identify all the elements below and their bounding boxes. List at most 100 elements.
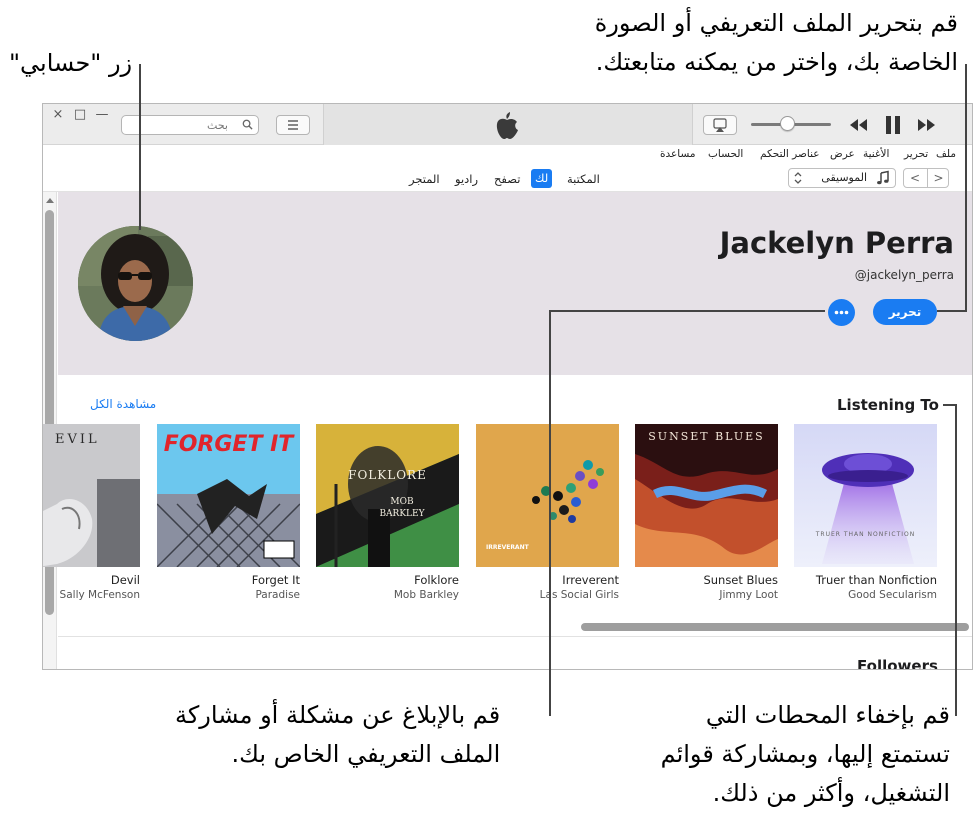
album-art: IRREVERANT bbox=[476, 424, 619, 567]
avatar[interactable] bbox=[78, 226, 193, 341]
album-artwork bbox=[635, 424, 778, 567]
apple-logo-icon bbox=[496, 112, 518, 139]
nav-arrows: < > bbox=[903, 168, 949, 188]
airplay-button[interactable] bbox=[703, 115, 737, 135]
album-card[interactable]: EVIL Devil Sally McFenson bbox=[43, 424, 140, 601]
album-title: Forget It bbox=[251, 573, 300, 587]
up-next-button[interactable] bbox=[276, 115, 310, 135]
back-button[interactable]: < bbox=[904, 169, 926, 187]
tab-browse[interactable]: تصفح bbox=[490, 170, 524, 189]
album-art: FORGET IT bbox=[157, 424, 300, 567]
fast-forward-icon[interactable] bbox=[915, 114, 939, 136]
minimize-window-icon[interactable]: — bbox=[93, 107, 111, 122]
album-artist: Mob Barkley bbox=[393, 589, 459, 601]
album-card[interactable]: IRREVERANT Irreverent Las Social Girls bbox=[476, 424, 619, 601]
leader-line-account bbox=[139, 64, 141, 230]
album-art-subtext: MOB BARKLEY bbox=[379, 497, 425, 519]
maximize-window-icon[interactable]: □ bbox=[71, 107, 89, 122]
callout-hide-stations: قم بإخفاء المحطات التي تستمتع إليها، وبم… bbox=[661, 696, 950, 813]
callout-line: تستمتع إليها، وبمشاركة قوائم bbox=[660, 740, 950, 768]
airplay-icon bbox=[713, 118, 727, 132]
album-art-text: IRREVERANT bbox=[486, 544, 529, 551]
menu-help[interactable]: مساعدة bbox=[660, 148, 695, 160]
tab-for-you[interactable]: لك bbox=[531, 169, 553, 188]
album-title: Folklore bbox=[414, 573, 459, 587]
callout-report-share: قم بالإبلاغ عن مشكلة أو مشاركة الملف الت… bbox=[175, 696, 500, 774]
leader-line-listening bbox=[955, 404, 957, 716]
listening-to-title: Listening To bbox=[837, 396, 939, 414]
menu-account[interactable]: الحساب bbox=[708, 148, 743, 160]
tab-library[interactable]: المكتبة bbox=[563, 170, 604, 189]
callout-edit-profile: قم بتحرير الملف التعريفي أو الصورة الخاص… bbox=[595, 4, 958, 82]
callout-line: الملف التعريفي الخاص بك. bbox=[231, 740, 501, 768]
callout-account-button: زر "حسابي" bbox=[9, 44, 132, 83]
volume-slider-knob[interactable] bbox=[780, 116, 795, 131]
album-art: FOLKLORE MOB BARKLEY bbox=[316, 424, 459, 567]
more-options-button[interactable] bbox=[828, 299, 855, 326]
status-display bbox=[323, 104, 693, 145]
album-title: Irreverent bbox=[562, 573, 619, 587]
album-artist: Good Secularism bbox=[848, 589, 937, 601]
menu-controls[interactable]: عناصر التحكم bbox=[760, 148, 820, 160]
album-artist: Las Social Girls bbox=[539, 589, 619, 601]
title-bar: × □ — bbox=[43, 104, 972, 145]
album-art: EVIL bbox=[43, 424, 140, 567]
album-card[interactable]: TRUER THAN NONFICTION Truer than Nonfict… bbox=[794, 424, 937, 601]
album-card[interactable]: SUNSET BLUES Sunset Blues Jimmy Loot bbox=[635, 424, 778, 601]
album-art-text: EVIL bbox=[55, 432, 100, 447]
scroll-up-icon[interactable] bbox=[44, 196, 56, 206]
album-artist: Sally McFenson bbox=[59, 589, 140, 601]
menu-view[interactable]: عرض bbox=[830, 148, 855, 160]
tab-radio[interactable]: راديو bbox=[451, 170, 482, 189]
album-art: SUNSET BLUES bbox=[635, 424, 778, 567]
search-input[interactable] bbox=[128, 117, 228, 133]
edit-profile-button[interactable]: تحرير bbox=[873, 299, 937, 325]
album-art-text: SUNSET BLUES bbox=[648, 430, 765, 443]
album-art-text: FORGET IT bbox=[163, 432, 294, 457]
album-title: Sunset Blues bbox=[703, 573, 778, 587]
tab-store[interactable]: المتجر bbox=[405, 170, 444, 189]
album-art-text: TRUER THAN NONFICTION bbox=[815, 531, 916, 538]
album-title: Truer than Nonfiction bbox=[815, 573, 937, 587]
pause-icon[interactable] bbox=[881, 114, 905, 136]
chevron-updown-icon bbox=[794, 172, 802, 184]
album-art: TRUER THAN NONFICTION bbox=[794, 424, 937, 567]
callout-line: قم بإخفاء المحطات التي bbox=[705, 701, 950, 729]
callout-line: زر "حسابي" bbox=[9, 49, 133, 77]
callout-line: قم بتحرير الملف التعريفي أو الصورة bbox=[594, 9, 958, 37]
leader-line-more bbox=[549, 310, 825, 312]
profile-photo bbox=[78, 226, 193, 341]
album-artist: Paradise bbox=[255, 589, 300, 601]
album-card[interactable]: FOLKLORE MOB BARKLEY Folklore Mob Barkle… bbox=[316, 424, 459, 601]
album-artist: Jimmy Loot bbox=[719, 589, 778, 601]
ellipsis-icon bbox=[834, 310, 849, 315]
forward-button[interactable]: > bbox=[927, 169, 949, 187]
menu-file[interactable]: ملف bbox=[936, 148, 956, 160]
profile-name: Jackelyn Perra bbox=[719, 226, 954, 260]
callout-line: الخاصة بك، واختر من يمكنه متابعتك. bbox=[595, 48, 958, 76]
album-card[interactable]: FORGET IT Forget It Paradise bbox=[157, 424, 300, 601]
horizontal-scrollbar[interactable] bbox=[581, 623, 969, 631]
leader-line-edit bbox=[937, 310, 967, 312]
close-window-icon[interactable]: × bbox=[49, 107, 67, 122]
search-box[interactable] bbox=[121, 115, 259, 135]
see-all-link[interactable]: مشاهدة الكل bbox=[90, 397, 156, 411]
menu-bar: ملف تحرير الأغنية عرض عناصر التحكم الحسا… bbox=[43, 145, 972, 165]
leader-line-more bbox=[549, 310, 551, 716]
callout-line: التشغيل، وأكثر من ذلك. bbox=[712, 779, 950, 807]
callout-line: قم بالإبلاغ عن مشكلة أو مشاركة bbox=[175, 701, 501, 729]
rewind-icon[interactable] bbox=[846, 114, 870, 136]
media-type-label: الموسيقى bbox=[821, 171, 867, 184]
list-icon bbox=[288, 120, 298, 130]
leader-line-edit bbox=[965, 64, 967, 312]
section-divider bbox=[58, 636, 972, 637]
menu-edit[interactable]: تحرير bbox=[904, 148, 928, 160]
media-type-picker[interactable]: الموسيقى bbox=[788, 168, 896, 188]
menu-song[interactable]: الأغنية bbox=[863, 148, 889, 160]
music-note-icon bbox=[877, 170, 889, 185]
profile-handle: @jackelyn_perra bbox=[854, 268, 954, 282]
itunes-window: × □ — بحث ملف تحرير الأغنية عرض عناصر ال… bbox=[42, 103, 973, 670]
profile-header: Jackelyn Perra @jackelyn_perra تحرير bbox=[58, 192, 972, 375]
album-title: Devil bbox=[110, 573, 140, 587]
navigation-bar: < > الموسيقى المكتبة لك تصفح راديو المتج… bbox=[43, 165, 972, 192]
